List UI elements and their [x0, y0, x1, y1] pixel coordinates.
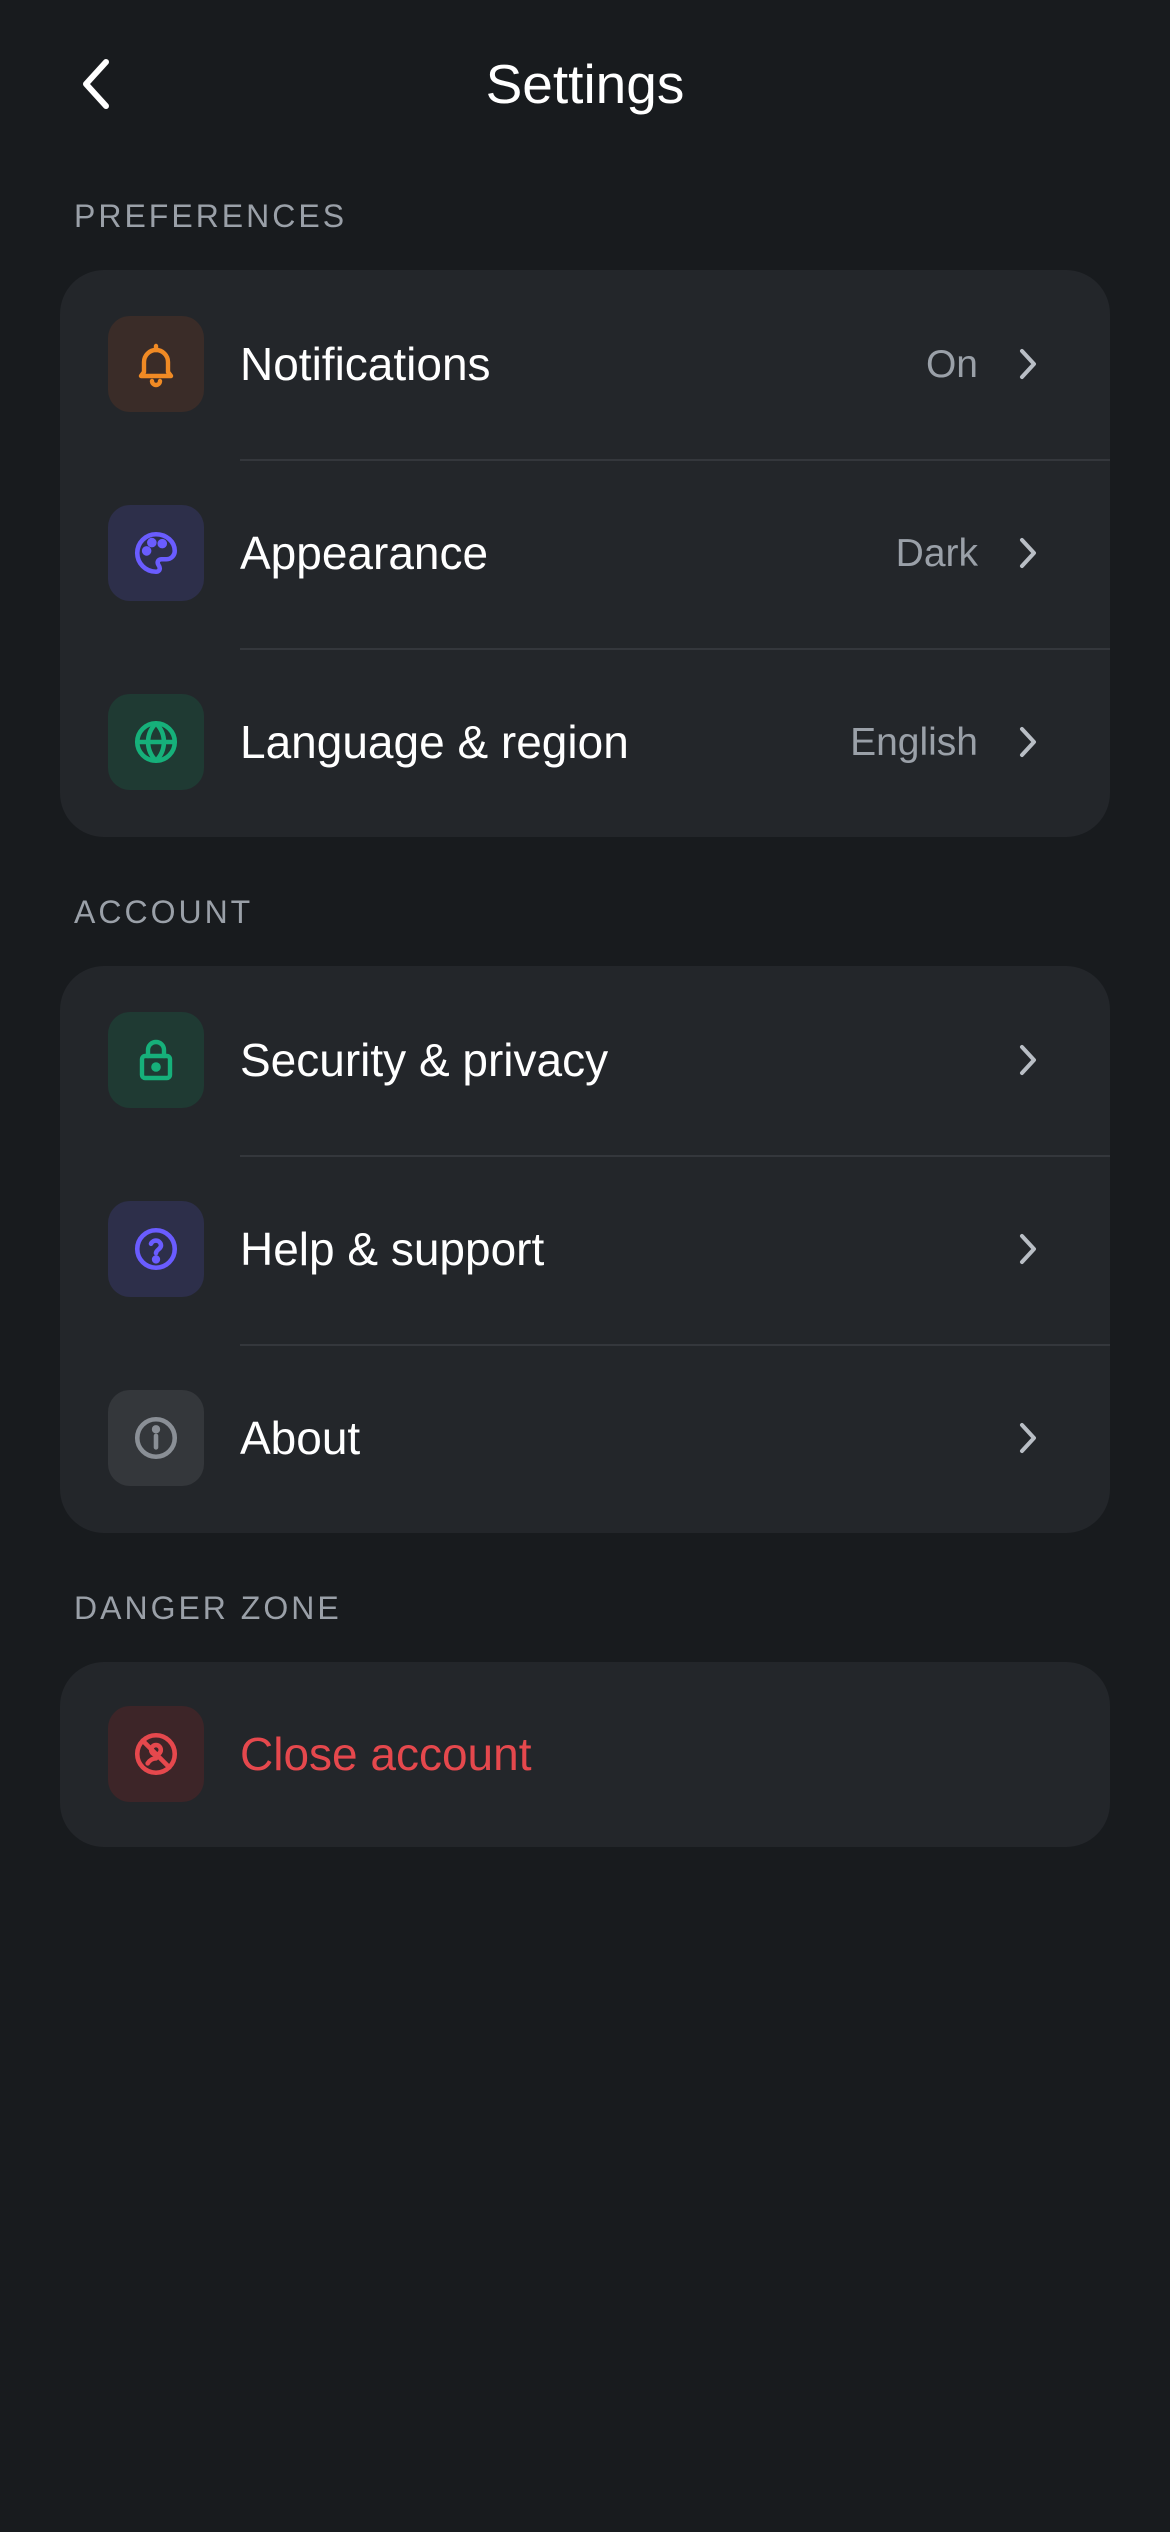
bell-icon [138, 343, 174, 388]
account-card: Security & privacy Help & support About [60, 966, 1110, 1533]
section-label-danger-zone: DANGER ZONE [74, 1590, 342, 1626]
globe-icon [134, 720, 178, 764]
icon-tile [108, 1390, 204, 1486]
chevron-right-icon [1004, 1225, 1052, 1273]
page-title: Settings [485, 53, 685, 115]
row-value: English [850, 721, 978, 764]
row-label: About [240, 1412, 361, 1464]
close-account-button[interactable]: Close account [60, 1662, 1110, 1847]
icon-tile [108, 505, 204, 601]
row-value: Dark [895, 532, 978, 575]
settings-row-language-region[interactable]: Language & region English [60, 648, 1110, 837]
close-account-icon [134, 1732, 178, 1776]
icon-tile [108, 316, 204, 412]
preferences-card: Notifications On Appearance Dark Languag… [60, 270, 1110, 837]
icon-tile [108, 1012, 204, 1108]
icon-tile [108, 694, 204, 790]
settings-row-about[interactable]: About [60, 1344, 1110, 1533]
chevron-right-icon [1004, 718, 1052, 766]
lock-icon [139, 1039, 173, 1081]
row-label: Security & privacy [240, 1034, 609, 1086]
settings-row-appearance[interactable]: Appearance Dark [60, 459, 1110, 648]
chevron-right-icon [1004, 1036, 1052, 1084]
danger-zone-card: Close account [60, 1662, 1110, 1847]
help-circle-icon [134, 1227, 178, 1271]
palette-icon [135, 531, 178, 575]
row-value: On [925, 343, 978, 386]
icon-tile [108, 1706, 204, 1802]
section-label-account: ACCOUNT [74, 894, 254, 930]
settings-row-notifications[interactable]: Notifications On [60, 270, 1110, 459]
chevron-right-icon [1004, 529, 1052, 577]
row-label: Close account [240, 1728, 532, 1780]
header: Settings [0, 0, 1170, 170]
row-label: Language & region [240, 716, 629, 768]
info-icon [134, 1416, 178, 1460]
row-label: Help & support [240, 1223, 545, 1275]
icon-tile [108, 1201, 204, 1297]
section-label-preferences: PREFERENCES [74, 198, 348, 234]
settings-screen: Settings PREFERENCES Notifications On Ap… [0, 0, 1170, 2532]
settings-row-help-support[interactable]: Help & support [60, 1155, 1110, 1344]
row-label: Notifications [240, 338, 491, 390]
settings-row-security-privacy[interactable]: Security & privacy [60, 966, 1110, 1155]
row-label: Appearance [240, 527, 489, 579]
chevron-right-icon [1004, 1414, 1052, 1462]
chevron-right-icon [1004, 340, 1052, 388]
